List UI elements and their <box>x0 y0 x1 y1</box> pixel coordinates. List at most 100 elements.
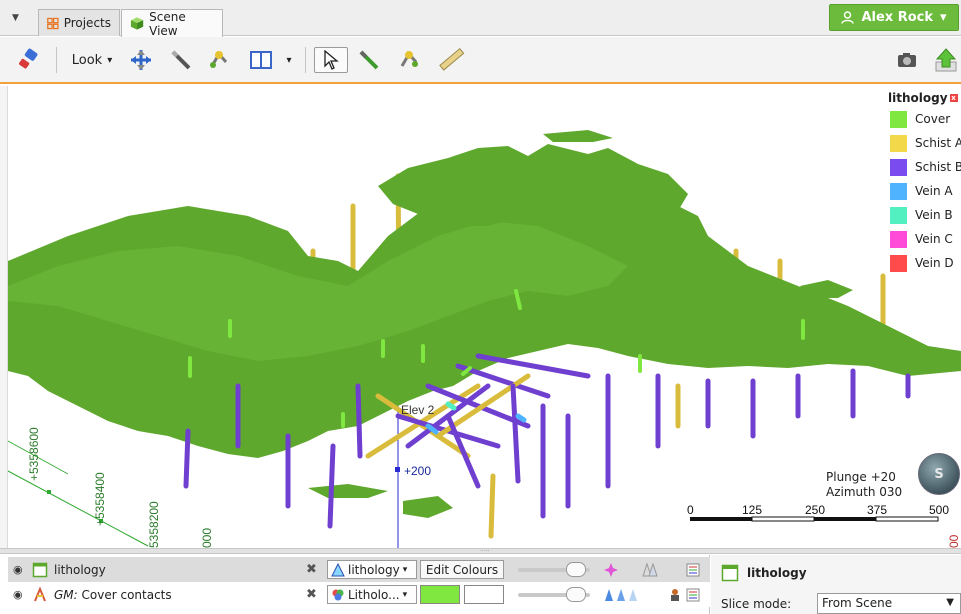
cube-icon <box>130 17 144 30</box>
pencil-icon <box>171 50 191 70</box>
legend-title-text: lithology <box>888 91 948 105</box>
edit-points-icon <box>400 51 418 67</box>
eye-icon[interactable]: ◉ <box>13 563 23 576</box>
plunge-readout: Plunge +20 <box>826 470 896 484</box>
projects-grid-icon <box>47 17 59 29</box>
remove-layer-icon[interactable]: ✖ <box>306 587 317 602</box>
opacity-slider[interactable] <box>518 587 590 602</box>
remove-layer-icon[interactable]: ✖ <box>306 562 317 577</box>
grid-label-northing-4: 000 <box>200 528 214 548</box>
look-dropdown-button[interactable]: Look ▾ <box>66 47 118 73</box>
legend-item: Cover <box>890 107 961 131</box>
tab-menu-icon[interactable]: ▼ <box>12 13 22 23</box>
colour-by-dropdown[interactable]: Litholo... ▾ <box>327 585 417 604</box>
legend-swatch <box>890 182 907 200</box>
layer-name: GM: Cover contacts <box>54 588 172 602</box>
layer-row-cover-contacts[interactable]: ◉ GM: Cover contacts ✖ Litholo... ▾ <box>8 582 710 607</box>
shading-icon[interactable] <box>642 562 658 577</box>
camera-icon <box>898 53 916 67</box>
chevron-down-icon: ▾ <box>402 589 408 600</box>
list-icon[interactable] <box>686 588 700 602</box>
legend-label: Vein C <box>915 232 953 246</box>
colour-swatch-empty[interactable] <box>464 585 504 604</box>
eye-icon[interactable]: ◉ <box>13 588 23 601</box>
user-icon <box>841 11 855 24</box>
tab-scene-view-label: Scene View <box>149 9 186 38</box>
cursor-arrow-icon <box>324 50 339 70</box>
tab-projects-label: Projects <box>63 16 111 30</box>
window-layout-icon <box>250 51 272 69</box>
layer-name: lithology <box>54 562 106 577</box>
compass-icon[interactable]: S <box>918 453 960 495</box>
shading-icon[interactable] <box>604 588 640 602</box>
tab-bar: ▼ Projects Scene View Alex Rock ▾ <box>0 0 961 38</box>
select-tool-button[interactable] <box>314 47 348 73</box>
properties-panel: lithology Slice mode: From Scene ▼ <box>711 555 961 614</box>
draw-line-button[interactable] <box>166 47 196 73</box>
scale-label-375: 375 <box>867 503 887 517</box>
edit-colours-button[interactable]: Edit Colours <box>420 560 504 579</box>
scene-viewport[interactable]: Elev 2 +200 +5358600 +5358400 5358200 00… <box>8 86 961 548</box>
chevron-down-icon: ▾ <box>107 54 113 66</box>
view-orientation: Plunge +20 Azimuth 030 <box>826 470 902 500</box>
legend-item: Vein D <box>890 251 961 275</box>
legend-item: Schist B <box>890 155 961 179</box>
layer-name-text: Cover contacts <box>81 587 172 602</box>
reset-view-button[interactable] <box>14 47 42 73</box>
properties-title-text: lithology <box>747 566 807 580</box>
publish-button[interactable] <box>932 47 960 73</box>
slice-mode-value: From Scene <box>822 596 893 610</box>
layout-dropdown-button[interactable]: ▾ <box>282 47 296 73</box>
screenshot-button[interactable] <box>893 47 921 73</box>
grid-label-northing-2: +5358400 <box>93 472 107 526</box>
colour-swatch-green[interactable] <box>420 585 460 604</box>
colour-by-dropdown[interactable]: lithology ▾ <box>327 560 417 579</box>
layout-button[interactable] <box>244 47 278 73</box>
look-label: Look <box>71 52 103 68</box>
colour-by-value: Litholo... <box>348 587 400 602</box>
legend-swatch <box>890 230 907 248</box>
edit-points-button[interactable] <box>394 47 424 73</box>
user-name: Alex Rock <box>861 10 933 25</box>
scene-3d-render: Elev 2 +200 +5358600 +5358400 5358200 00… <box>8 130 961 548</box>
left-splitter[interactable] <box>0 86 8 548</box>
colour-map-icon <box>331 562 345 576</box>
move-view-button[interactable] <box>126 47 156 73</box>
slice-tool-button[interactable] <box>354 47 384 73</box>
colour-by-value: lithology <box>348 562 400 577</box>
legend-title: lithology x <box>888 89 961 107</box>
colour-circles-icon <box>332 589 344 600</box>
opacity-slider[interactable] <box>518 562 590 577</box>
layer-row-lithology[interactable]: ◉ lithology ✖ lithology ▾ Edit Colours <box>8 557 710 582</box>
list-icon[interactable] <box>686 563 700 577</box>
legend-label: Vein A <box>915 184 953 198</box>
legend-label: Vein B <box>915 208 953 222</box>
slice-mode-select[interactable]: From Scene ▼ <box>817 593 961 614</box>
chevron-down-icon: ▾ <box>286 54 292 66</box>
slice-mode-label: Slice mode: <box>721 597 792 611</box>
tab-scene-view[interactable]: Scene View <box>121 9 223 38</box>
move-arrows-icon <box>131 50 151 70</box>
legend-label: Schist B <box>915 160 961 174</box>
measure-button[interactable] <box>434 47 468 73</box>
tab-projects[interactable]: Projects <box>38 9 120 36</box>
highlight-icon[interactable] <box>604 562 618 577</box>
grid-label-northing-1: +5358600 <box>27 427 41 481</box>
upload-arrow-icon <box>935 48 957 72</box>
scene-layers-panel: ◉ lithology ✖ lithology ▾ Edit Colours ◉… <box>8 555 710 614</box>
legend-swatch <box>890 206 907 224</box>
paint-brush-icon <box>19 48 38 69</box>
worker-icon[interactable] <box>668 588 682 602</box>
legend-label: Schist A <box>915 136 961 150</box>
scale-label-0: 0 <box>687 503 694 517</box>
legend-item: Vein A <box>890 179 961 203</box>
layer-icon <box>721 564 739 582</box>
legend-label: Vein D <box>915 256 954 270</box>
user-menu-button[interactable]: Alex Rock ▾ <box>829 4 959 31</box>
panel-splitter[interactable]: ····· <box>0 548 961 555</box>
scale-label-500: 500 <box>929 503 949 517</box>
scale-label-250: 250 <box>805 503 825 517</box>
chevron-down-icon: ▾ <box>940 10 947 25</box>
close-icon[interactable]: x <box>949 94 958 102</box>
point-tool-button[interactable] <box>204 47 234 73</box>
